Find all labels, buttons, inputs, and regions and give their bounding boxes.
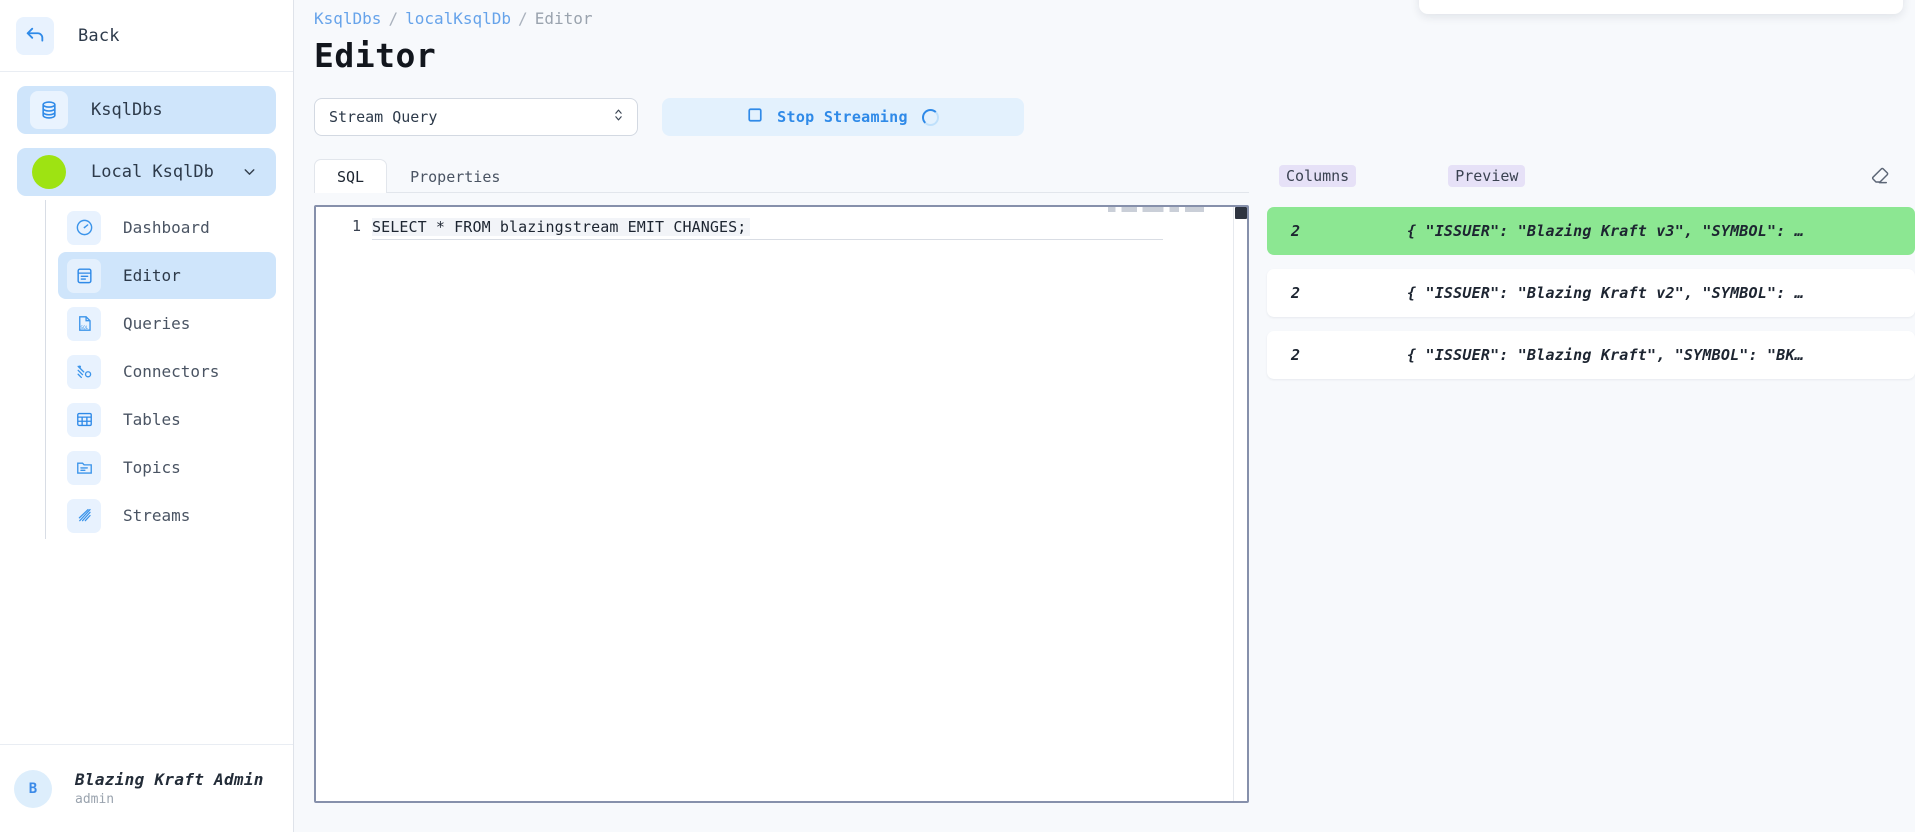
- tab-properties-label: Properties: [410, 168, 500, 186]
- row-preview-value: { "ISSUER": "Blazing Kraft v2", "SYMBOL"…: [1407, 284, 1915, 302]
- editor-panel: SQL Properties 1 SELECT * FROM blazingst…: [314, 159, 1249, 819]
- results-column-header-preview: Preview: [1448, 165, 1525, 187]
- query-type-value: Stream Query: [329, 108, 437, 126]
- sidebar-item-connectors-label: Connectors: [123, 362, 219, 381]
- sidebar-item-queries[interactable]: SQL Queries: [58, 300, 276, 347]
- user-name: Blazing Kraft Admin: [75, 770, 264, 789]
- loading-spinner-icon: [922, 109, 939, 126]
- sidebar-group-label: Local KsqlDb: [91, 162, 214, 182]
- editor-active-line-rule: [372, 239, 1163, 240]
- table-row[interactable]: 2 { "ISSUER": "Blazing Kraft v3", "SYMBO…: [1267, 207, 1915, 255]
- chevron-down-icon[interactable]: [241, 164, 258, 181]
- eraser-icon[interactable]: [1865, 161, 1895, 191]
- results-panel: Columns Preview 2 { "ISSUER": "Blazing K…: [1249, 159, 1915, 819]
- breadcrumb-separator: /: [388, 9, 398, 28]
- sidebar-item-editor[interactable]: Editor: [58, 252, 276, 299]
- editor-ghost-artifact: [1108, 207, 1204, 212]
- sidebar-item-ksqldbs[interactable]: KsqlDbs: [17, 86, 276, 134]
- row-preview-value: { "ISSUER": "Blazing Kraft", "SYMBOL": "…: [1407, 346, 1915, 364]
- query-type-select[interactable]: Stream Query: [314, 98, 638, 136]
- results-header: Columns Preview: [1267, 159, 1915, 193]
- editor-results-split: SQL Properties 1 SELECT * FROM blazingst…: [314, 159, 1915, 819]
- table-grid-icon: [67, 403, 101, 437]
- folder-icon: [67, 451, 101, 485]
- sql-file-icon: SQL: [67, 307, 101, 341]
- editor-vertical-scrollbar[interactable]: [1233, 207, 1247, 801]
- table-row[interactable]: 2 { "ISSUER": "Blazing Kraft", "SYMBOL":…: [1267, 331, 1915, 379]
- chevron-updown-icon: [612, 107, 625, 127]
- sidebar-item-dashboard[interactable]: Dashboard: [58, 204, 276, 251]
- editor-code-area[interactable]: SELECT * FROM blazingstream EMIT CHANGES…: [372, 207, 1247, 801]
- tab-sql[interactable]: SQL: [314, 159, 387, 193]
- sidebar-group-local-ksqldb[interactable]: Local KsqlDb: [17, 148, 276, 196]
- editor-scrollbar-thumb[interactable]: [1235, 207, 1247, 219]
- clipboard-icon: [67, 259, 101, 293]
- sidebar-item-tables[interactable]: Tables: [58, 396, 276, 443]
- stop-streaming-label: Stop Streaming: [777, 108, 908, 126]
- toolbar: Stream Query Stop Streaming: [314, 97, 1915, 137]
- results-list: 2 { "ISSUER": "Blazing Kraft v3", "SYMBO…: [1267, 207, 1915, 379]
- breadcrumb-item-editor: Editor: [535, 9, 593, 28]
- sidebar-item-dashboard-label: Dashboard: [123, 218, 210, 237]
- breadcrumb-item-ksqldbs[interactable]: KsqlDbs: [314, 9, 381, 28]
- results-column-header-columns: Columns: [1279, 165, 1356, 187]
- sidebar-item-streams[interactable]: Streams: [58, 492, 276, 539]
- stop-square-icon: [747, 107, 763, 127]
- row-columns-count: 2: [1267, 222, 1407, 240]
- sidebar-item-queries-label: Queries: [123, 314, 190, 333]
- svg-text:SQL: SQL: [80, 325, 88, 331]
- back-arrow-icon: [16, 17, 54, 55]
- notification-toast-partial[interactable]: [1419, 0, 1903, 14]
- sidebar-item-topics[interactable]: Topics: [58, 444, 276, 491]
- sidebar-item-tables-label: Tables: [123, 410, 181, 429]
- user-text: Blazing Kraft Admin admin: [75, 770, 264, 807]
- sidebar-item-streams-label: Streams: [123, 506, 190, 525]
- connector-icon: [67, 355, 101, 389]
- tab-properties[interactable]: Properties: [387, 159, 523, 193]
- sidebar-sub-items: Dashboard Editor: [45, 200, 276, 539]
- gauge-icon: [67, 211, 101, 245]
- back-button[interactable]: Back: [0, 0, 293, 72]
- editor-tabs: SQL Properties: [314, 159, 1249, 193]
- row-columns-count: 2: [1267, 284, 1407, 302]
- table-row[interactable]: 2 { "ISSUER": "Blazing Kraft v2", "SYMBO…: [1267, 269, 1915, 317]
- sidebar: Back KsqlDbs Local KsqlDb: [0, 0, 294, 832]
- tab-sql-label: SQL: [337, 168, 364, 186]
- sidebar-item-topics-label: Topics: [123, 458, 181, 477]
- database-icon: [30, 91, 68, 129]
- sql-code-editor[interactable]: 1 SELECT * FROM blazingstream EMIT CHANG…: [314, 205, 1249, 803]
- line-number: 1: [352, 217, 361, 235]
- row-columns-count: 2: [1267, 346, 1407, 364]
- sidebar-item-ksqldbs-label: KsqlDbs: [91, 100, 163, 120]
- user-profile[interactable]: B Blazing Kraft Admin admin: [0, 744, 293, 832]
- row-preview-value: { "ISSUER": "Blazing Kraft v3", "SYMBOL"…: [1407, 222, 1915, 240]
- sidebar-item-connectors[interactable]: Connectors: [58, 348, 276, 395]
- app-root: Back KsqlDbs Local KsqlDb: [0, 0, 1915, 832]
- stop-streaming-button[interactable]: Stop Streaming: [662, 98, 1024, 136]
- sidebar-item-editor-label: Editor: [123, 266, 181, 285]
- sidebar-nav: KsqlDbs Local KsqlDb: [0, 72, 293, 540]
- status-indicator-dot: [32, 155, 66, 189]
- avatar: B: [14, 770, 52, 808]
- stream-icon: [67, 499, 101, 533]
- user-role: admin: [75, 792, 264, 807]
- main-content: KsqlDbs / localKsqlDb / Editor Editor St…: [294, 0, 1915, 832]
- breadcrumb-separator: /: [518, 9, 528, 28]
- editor-code-line: SELECT * FROM blazingstream EMIT CHANGES…: [372, 218, 750, 236]
- page-title: Editor: [314, 36, 1915, 75]
- breadcrumb-item-localksqldb[interactable]: localKsqlDb: [405, 9, 511, 28]
- editor-line-numbers: 1: [316, 207, 372, 801]
- back-label: Back: [78, 26, 120, 46]
